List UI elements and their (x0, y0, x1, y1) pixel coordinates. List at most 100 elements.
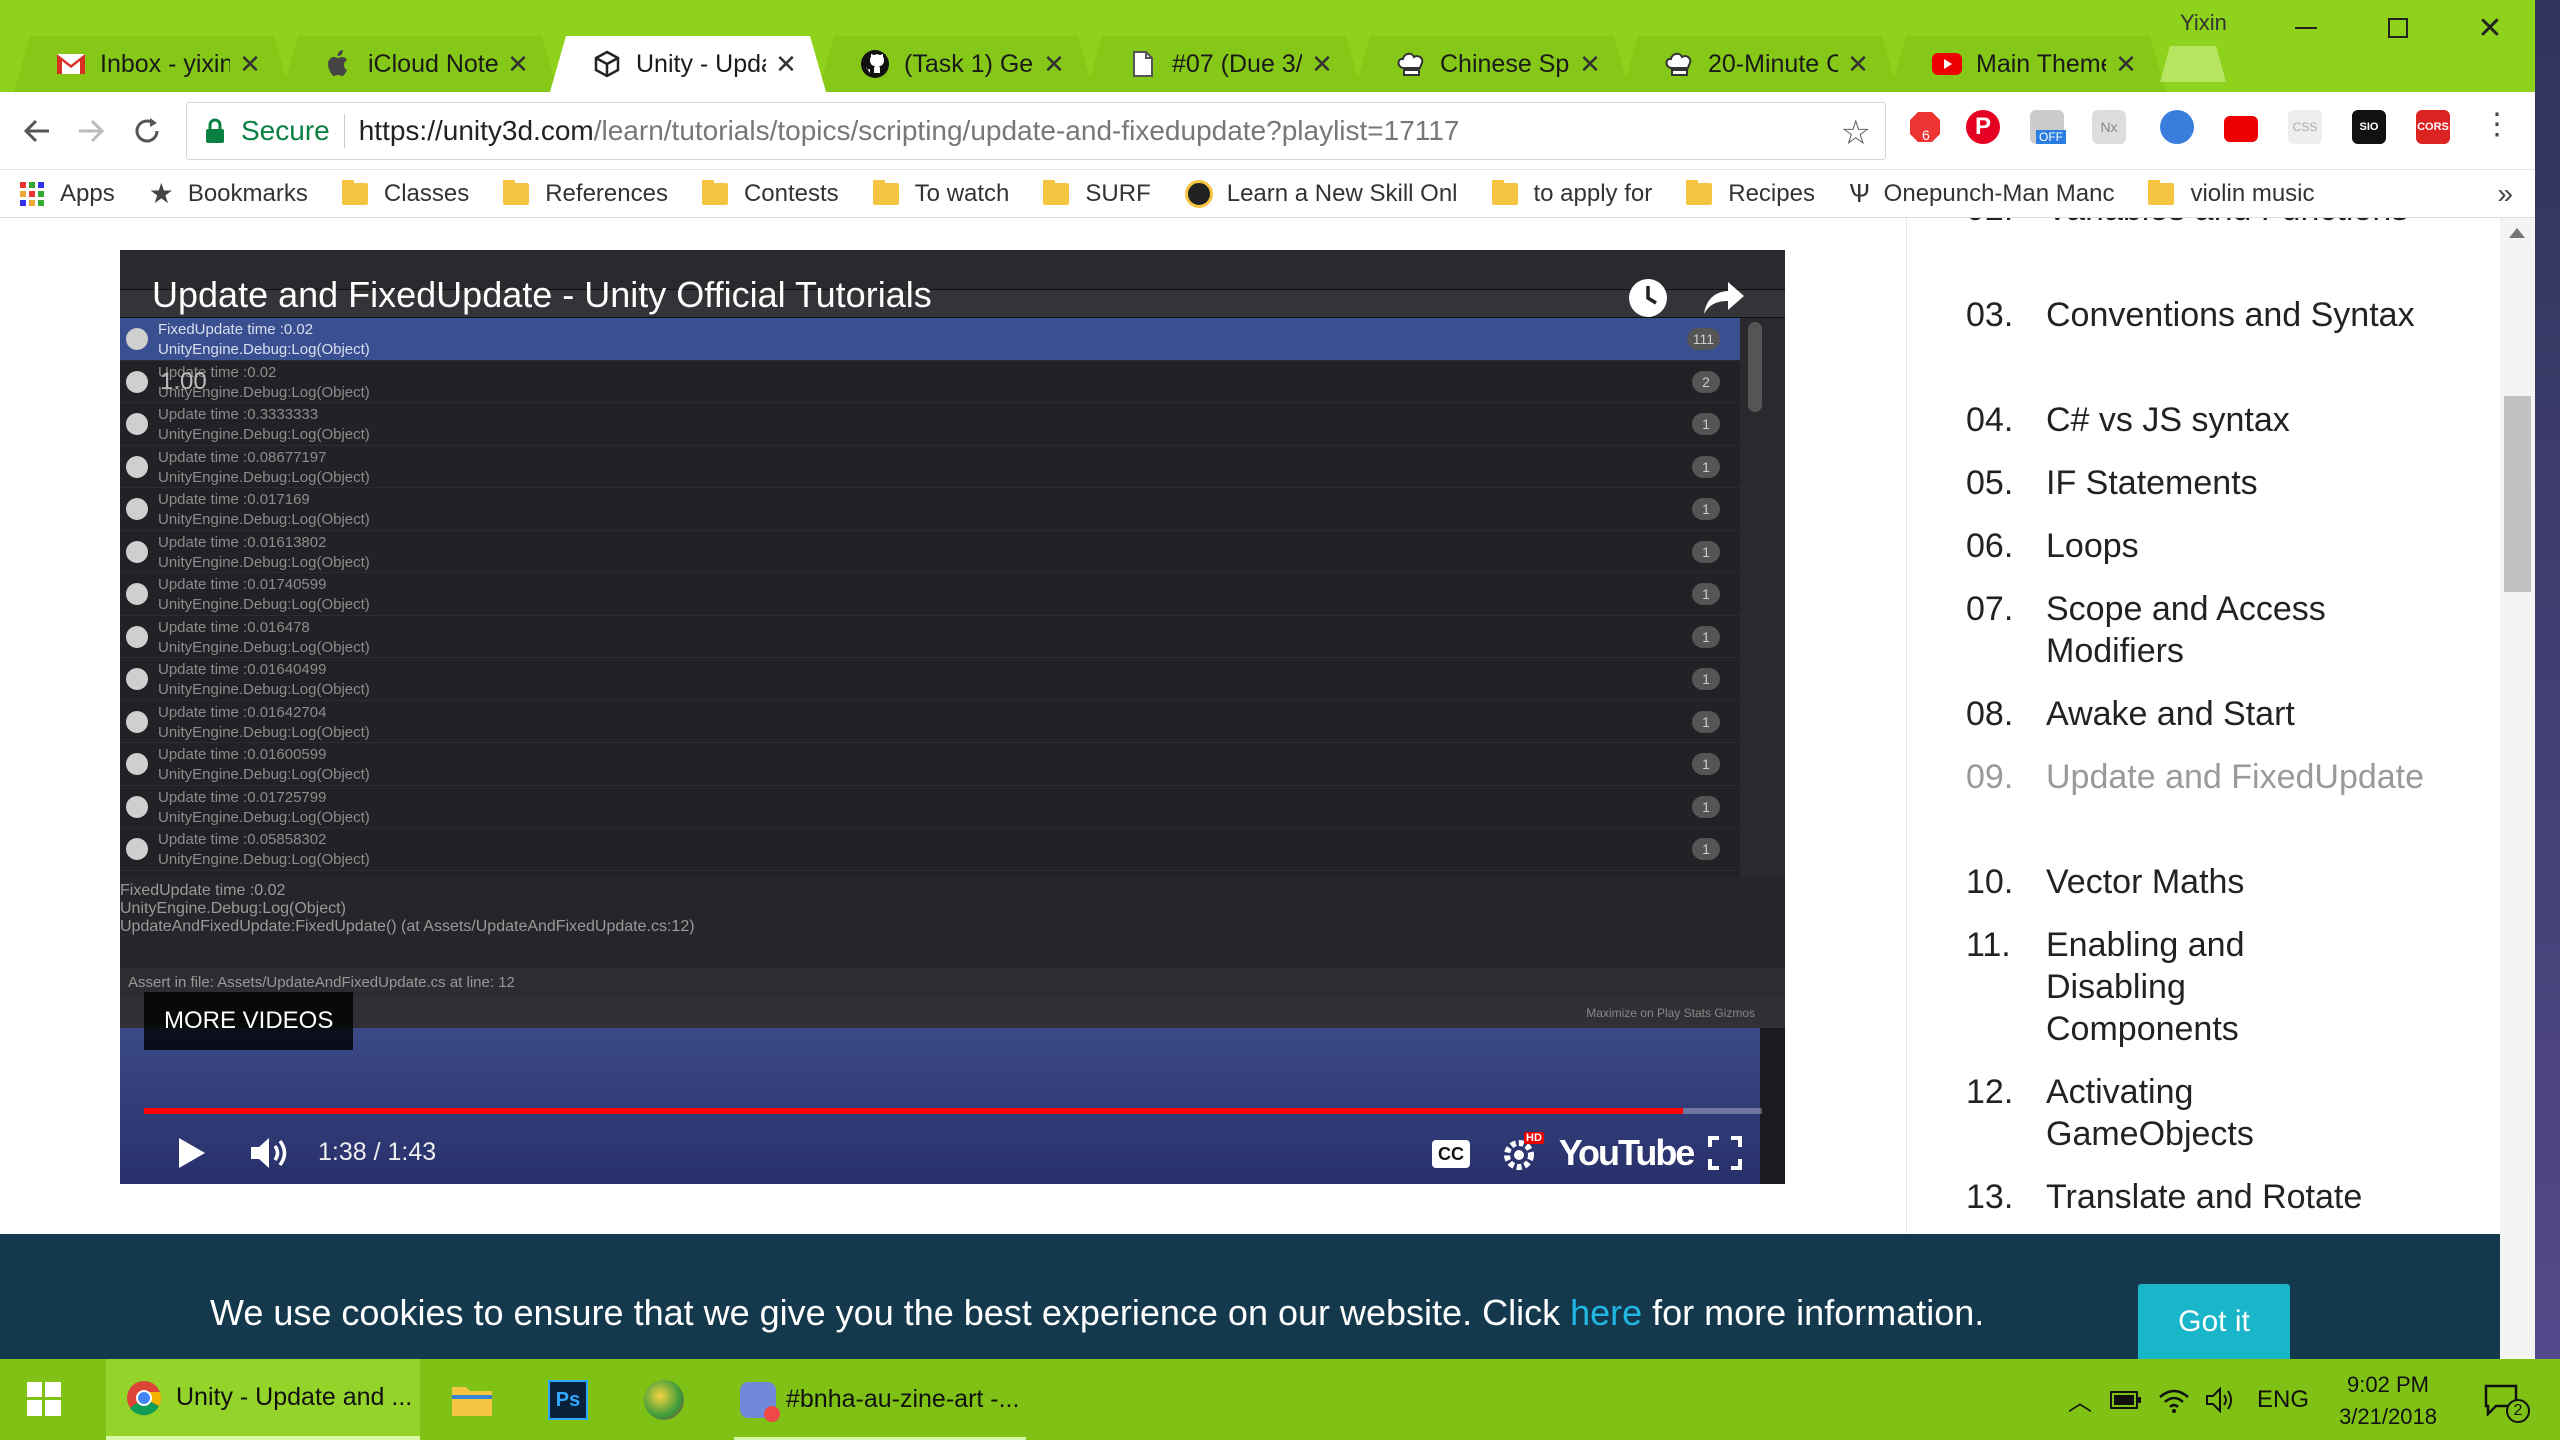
extension-globe[interactable] (2160, 110, 2194, 144)
close-tab-icon[interactable]: ✕ (506, 49, 530, 80)
minimize-button[interactable] (2260, 0, 2352, 56)
playlist-item[interactable]: 07. Scope and Access Modifiers (1966, 588, 2426, 672)
chrome-menu-icon[interactable]: ⋮ (2480, 110, 2514, 144)
bookmark-references[interactable]: References (503, 179, 668, 208)
taskbar-photoshop[interactable]: Ps (536, 1359, 600, 1440)
extension-sio[interactable]: SIO (2352, 110, 2386, 144)
console-log-row[interactable]: Update time :0.05858302 UnityEngine.Debug… (120, 828, 1740, 871)
console-log-row[interactable]: Update time :0.01600599 UnityEngine.Debug… (120, 743, 1740, 786)
tab-github[interactable]: (Task 1) Gene ✕ (818, 36, 1094, 92)
youtube-video-player[interactable]: FixedUpdate time :0.02 UnityEngine.Debug:… (120, 250, 1785, 1184)
playlist-item[interactable]: 06. Loops (1966, 525, 2426, 567)
bookmark-classes[interactable]: Classes (341, 179, 469, 208)
bookmark-learn-new-skill[interactable]: Learn a New Skill Onl (1184, 179, 1458, 208)
captions-button[interactable]: CC (1424, 1134, 1478, 1174)
page-scrollbar[interactable] (2500, 218, 2535, 1359)
console-log-row[interactable]: Update time :0.017169 UnityEngine.Debug:L… (120, 488, 1740, 531)
console-log-row[interactable]: Update time :0.3333333 UnityEngine.Debug:… (120, 403, 1740, 446)
share-button[interactable] (1700, 274, 1748, 322)
play-button[interactable] (166, 1132, 218, 1174)
bookmark-recipes[interactable]: Recipes (1686, 179, 1815, 208)
close-tab-icon[interactable]: ✕ (2114, 49, 2138, 80)
bookmark-to-watch[interactable]: To watch (872, 179, 1009, 208)
volume-button[interactable] (244, 1132, 296, 1174)
bookmark-bookmarks[interactable]: ★ Bookmarks (149, 177, 308, 210)
console-log-row[interactable]: Update time :0.01740599 UnityEngine.Debug… (120, 573, 1740, 616)
playlist-item[interactable]: 04. C# vs JS syntax (1966, 399, 2426, 441)
tab-gmail[interactable]: Inbox - yixinh ✕ (14, 36, 290, 92)
language-indicator[interactable]: ENG (2250, 1359, 2316, 1440)
taskbar-app[interactable] (632, 1359, 696, 1440)
close-tab-icon[interactable]: ✕ (238, 49, 262, 80)
forward-button[interactable] (66, 106, 116, 156)
tab-unity-active[interactable]: Unity - Updat ✕ (550, 36, 826, 92)
playlist-item[interactable]: 11. Enabling and Disabling Components (1966, 924, 2306, 1050)
playlist-item[interactable]: 02.Variables and Functions (1966, 218, 2426, 230)
bookmark-to-apply-for[interactable]: to apply for (1491, 179, 1652, 208)
extension-pinterest[interactable]: P (1966, 110, 2000, 144)
youtube-logo[interactable]: YouTube (1559, 1130, 1696, 1176)
extension-youtube[interactable] (2224, 116, 2258, 142)
console-log-row[interactable]: Update time :0.08677197 UnityEngine.Debug… (120, 446, 1740, 488)
tab-icloud-notes[interactable]: iCloud Notes ✕ (282, 36, 558, 92)
wifi-icon[interactable] (2152, 1359, 2196, 1440)
start-button[interactable] (22, 1377, 66, 1421)
close-tab-icon[interactable]: ✕ (1042, 49, 1066, 80)
scrollbar-thumb[interactable] (2504, 396, 2531, 592)
console-log-row[interactable]: Update time :0.01642704 UnityEngine.Debug… (120, 701, 1740, 743)
profile-name[interactable]: Yixin (2180, 10, 2227, 36)
address-bar[interactable]: Secure https://unity3d.com/learn/tutoria… (186, 102, 1886, 160)
extension-nx[interactable]: Nx (2092, 110, 2126, 144)
bookmark-contests[interactable]: Contests (701, 179, 839, 208)
reload-button[interactable] (122, 106, 172, 156)
console-log-row[interactable]: Update time :0.01613802 UnityEngine.Debug… (120, 531, 1740, 573)
playlist-item[interactable]: 03. Conventions and Syntax (1966, 294, 2426, 336)
cookie-accept-button[interactable]: Got it (2138, 1284, 2290, 1359)
bookmark-onepunch-man[interactable]: Ѱ Onepunch-Man Manc (1849, 178, 2115, 209)
video-title[interactable]: Update and FixedUpdate - Unity Official … (152, 274, 932, 316)
taskbar-discord[interactable]: #bnha-au-zine-art -... (728, 1359, 1032, 1440)
action-center-button[interactable]: 2 (2472, 1359, 2532, 1440)
extension-css[interactable]: CSS (2288, 110, 2322, 144)
close-window-button[interactable]: ✕ (2444, 0, 2536, 56)
close-tab-icon[interactable]: ✕ (1310, 49, 1334, 80)
bookmark-apps[interactable]: Apps (20, 180, 115, 208)
settings-button[interactable]: HD (1494, 1130, 1548, 1176)
tab-document[interactable]: #07 (Due 3/2 ✕ (1086, 36, 1362, 92)
tab-main-theme[interactable]: Main Theme ✕ (1890, 36, 2166, 92)
console-log-row[interactable]: Update time :0.016478 UnityEngine.Debug:L… (120, 616, 1740, 658)
close-tab-icon[interactable]: ✕ (774, 49, 798, 80)
console-log-row[interactable]: Update time :0.01640499 UnityEngine.Debug… (120, 658, 1740, 701)
console-log-row[interactable]: Update time :0.02 UnityEngine.Debug:Log(O… (120, 361, 1740, 403)
playlist-item[interactable]: 13. Translate and Rotate (1966, 1176, 2426, 1218)
new-tab-button[interactable] (2160, 46, 2226, 82)
tab-20-minute[interactable]: 20-Minute Co ✕ (1622, 36, 1898, 92)
playlist-item[interactable]: 10. Vector Maths (1966, 861, 2426, 903)
fullscreen-button[interactable] (1700, 1132, 1750, 1174)
console-log-row[interactable]: Update time :0.01725799 UnityEngine.Debug… (120, 786, 1740, 828)
bookmark-star-icon[interactable]: ☆ (1841, 113, 1871, 153)
bookmark-surf[interactable]: SURF (1043, 179, 1151, 208)
extension-cors[interactable]: CORS (2416, 110, 2450, 144)
tab-chinese-spice[interactable]: Chinese Spice ✕ (1354, 36, 1630, 92)
video-progress-bar[interactable] (144, 1108, 1762, 1114)
more-videos-button[interactable]: MORE VIDEOS (144, 992, 354, 1050)
system-clock[interactable]: 9:02 PM 3/21/2018 (2320, 1369, 2456, 1433)
console-log-row[interactable]: FixedUpdate time :0.02 UnityEngine.Debug:… (120, 318, 1740, 361)
bookmarks-overflow-button[interactable]: » (2497, 178, 2513, 210)
close-tab-icon[interactable]: ✕ (1846, 49, 1870, 80)
maximize-button[interactable] (2352, 0, 2444, 56)
playlist-item[interactable]: 12. Activating GameObjects (1966, 1071, 2286, 1155)
scroll-up-icon[interactable] (2509, 228, 2525, 238)
show-hidden-icons-button[interactable]: ︿ (2060, 1359, 2100, 1440)
taskbar-chrome[interactable]: Unity - Update and ... (106, 1359, 420, 1440)
battery-icon[interactable] (2104, 1359, 2148, 1440)
volume-icon[interactable] (2198, 1359, 2242, 1440)
extension-off[interactable]: OFF (2030, 110, 2066, 144)
watch-later-button[interactable] (1624, 274, 1672, 322)
bookmark-violin-music[interactable]: violin music (2148, 179, 2315, 208)
playlist-item[interactable]: 08. Awake and Start (1966, 693, 2426, 735)
back-button[interactable] (12, 106, 62, 156)
playlist-item-current[interactable]: 09. Update and FixedUpdate (1966, 756, 2426, 798)
playlist-item[interactable]: 05. IF Statements (1966, 462, 2426, 504)
